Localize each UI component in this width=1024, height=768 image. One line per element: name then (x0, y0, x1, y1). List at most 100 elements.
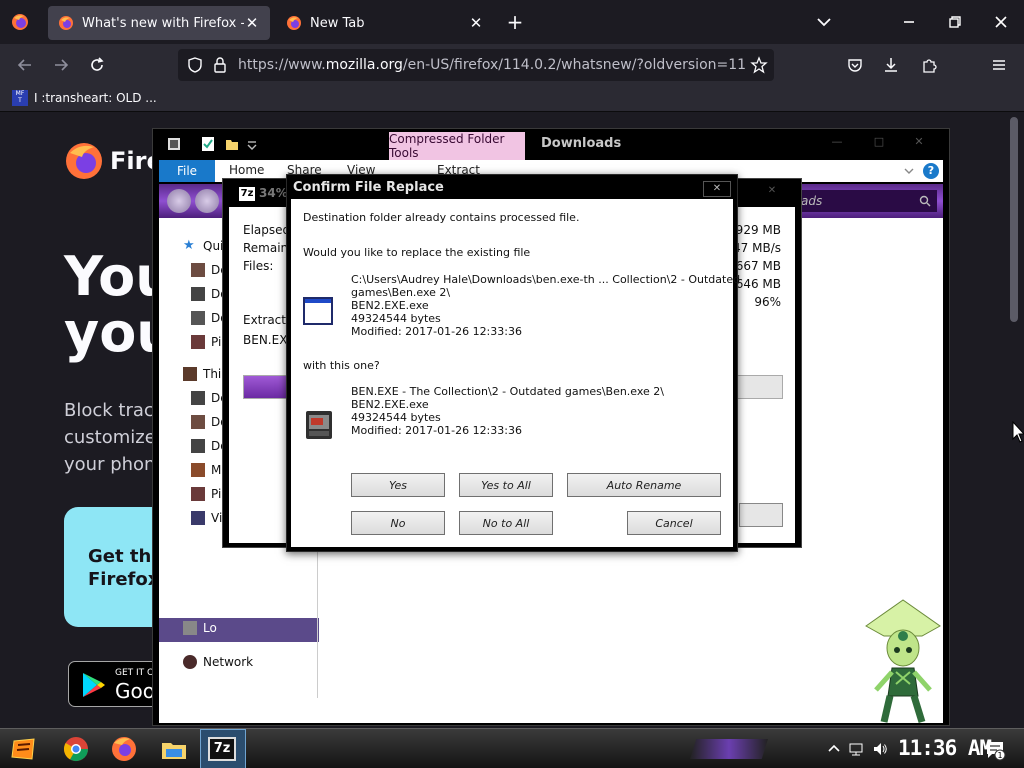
7zip-taskbar-icon[interactable]: 7z (208, 737, 236, 761)
yes-button[interactable]: Yes (351, 473, 445, 497)
progress-cancel-button[interactable] (739, 503, 783, 527)
new-tab-button[interactable]: + (504, 10, 526, 34)
ribbon-file-tab[interactable]: File (159, 160, 215, 182)
cancel-button[interactable]: Cancel (627, 511, 721, 535)
store-big-text: Goo (115, 679, 155, 703)
downloads-button[interactable] (880, 54, 902, 76)
properties-icon[interactable] (201, 136, 215, 152)
firefox-favicon-icon (287, 16, 301, 30)
folder-icon (191, 391, 205, 405)
restore-button[interactable] (940, 8, 970, 36)
nav-this-pc[interactable]: Thi (183, 364, 221, 384)
existing-file-size: 49324544 bytes (351, 312, 441, 325)
message-line-2: Would you like to replace the existing f… (303, 246, 531, 259)
minimize-button[interactable] (894, 8, 924, 36)
taskbar: 7z 11:36 AM 1 (0, 728, 1024, 768)
folder-icon (191, 439, 205, 453)
bookmarks-toolbar: MF T I :transheart: OLD ... (0, 86, 1024, 112)
tab-new-tab[interactable]: New Tab ✕ (276, 6, 494, 40)
page-scrollbar-thumb[interactable] (1010, 117, 1018, 322)
url-text[interactable]: https://www.mozilla.org/en-US/firefox/11… (238, 57, 746, 73)
chevron-down-icon[interactable] (903, 166, 915, 176)
bookmark-item[interactable]: MF T I :transheart: OLD ... (12, 90, 157, 106)
star-icon: ★ (183, 238, 195, 253)
reload-button[interactable] (86, 54, 108, 76)
close-tab-icon[interactable]: ✕ (244, 14, 260, 32)
chevron-up-icon[interactable] (826, 741, 842, 757)
new-folder-icon[interactable] (225, 136, 239, 152)
firefox-view-icon[interactable] (10, 12, 30, 32)
close-icon (995, 16, 1007, 28)
extensions-button[interactable] (918, 54, 940, 76)
nav-label: Network (203, 655, 254, 669)
chevron-down-icon[interactable] (814, 12, 834, 32)
nav-item[interactable]: Pi (191, 484, 221, 504)
taskbar-decoration (690, 739, 768, 759)
progress-close-button[interactable]: ✕ (757, 185, 787, 201)
star-icon[interactable] (750, 56, 768, 74)
ribbon-home-tab[interactable]: Home (229, 163, 264, 177)
nav-item[interactable]: Vi (191, 508, 222, 528)
desktop-mascot-character (865, 599, 941, 724)
bookmark-favicon-icon: MF T (12, 90, 28, 106)
tab-whats-new[interactable]: What's new with Firefox - Mo ✕ (48, 6, 270, 40)
explorer-title: Downloads (541, 136, 622, 151)
nav-quick-access[interactable]: ★ Qui (183, 236, 223, 256)
no-button[interactable]: No (351, 511, 445, 535)
chrome-icon[interactable] (62, 735, 90, 763)
new-file-name: BEN2.EXE.exe (351, 398, 429, 411)
nav-label: Qui (203, 239, 224, 253)
explorer-forward-button[interactable] (195, 189, 219, 213)
forward-button[interactable] (50, 54, 72, 76)
navigation-toolbar: https://www.mozilla.org/en-US/firefox/11… (0, 44, 1024, 86)
new-path-line: BEN.EXE - The Collection\2 - Outdated ga… (351, 385, 665, 398)
no-to-all-button[interactable]: No to All (459, 511, 553, 535)
nav-label: Vi (211, 511, 223, 525)
existing-file-info: C:\Users\Audrey Hale\Downloads\ben.exe-t… (351, 273, 740, 338)
explorer-back-button[interactable] (167, 189, 191, 213)
drive-icon (183, 621, 197, 635)
file-explorer-taskbar-icon[interactable] (160, 735, 188, 763)
app-menu-button[interactable] (988, 54, 1010, 76)
compressed-folder-tools-tab[interactable]: Compressed Folder Tools (389, 132, 525, 160)
notification-center-icon[interactable]: 1 (984, 739, 1006, 761)
file-window-icon (303, 297, 333, 325)
nav-local-disk-selected[interactable]: Lo (159, 618, 319, 642)
nav-item[interactable]: Pi (191, 332, 221, 352)
explorer-minimize-button[interactable]: — (817, 135, 857, 153)
existing-path-line: C:\Users\Audrey Hale\Downloads\ben.exe-t… (351, 273, 741, 286)
nav-item[interactable]: M (191, 460, 221, 480)
progress-title-percent: 34% (259, 186, 288, 200)
existing-file-name: BEN2.EXE.exe (351, 299, 429, 312)
pocket-button[interactable] (844, 54, 866, 76)
dialog-close-button[interactable]: ✕ (703, 181, 731, 197)
help-icon[interactable]: ? (923, 163, 939, 179)
close-window-button[interactable] (986, 8, 1016, 36)
back-button[interactable] (14, 54, 36, 76)
reload-icon (91, 57, 104, 71)
notification-count: 1 (997, 751, 1002, 760)
customize-quick-access-icon[interactable] (245, 136, 259, 152)
shield-icon[interactable] (186, 56, 204, 74)
nav-network[interactable]: Network (183, 652, 253, 672)
firefox-taskbar-icon[interactable] (110, 735, 138, 763)
explorer-maximize-button[interactable]: □ (859, 135, 899, 153)
existing-path-line: games\Ben.exe 2\ (351, 286, 451, 299)
network-tray-icon[interactable] (848, 741, 864, 757)
minimize-icon (904, 21, 914, 23)
auto-rename-button[interactable]: Auto Rename (567, 473, 721, 497)
restore-icon (949, 16, 961, 28)
search-text: ads (801, 194, 823, 208)
lock-icon[interactable] (212, 56, 228, 74)
new-file-size: 49324544 bytes (351, 411, 441, 424)
volume-icon[interactable] (872, 741, 888, 757)
start-menu-icon[interactable] (10, 735, 38, 763)
yes-to-all-button[interactable]: Yes to All (459, 473, 553, 497)
message-line-1: Destination folder already contains proc… (303, 211, 580, 224)
explorer-search-input[interactable]: ads (795, 190, 937, 212)
explorer-close-button[interactable]: ✕ (899, 135, 939, 153)
store-small-text: GET IT O (115, 668, 155, 678)
close-tab-icon[interactable]: ✕ (468, 14, 484, 32)
url-bar[interactable]: https://www.mozilla.org/en-US/firefox/11… (178, 49, 774, 81)
taskbar-clock[interactable]: 11:36 AM (898, 736, 992, 760)
